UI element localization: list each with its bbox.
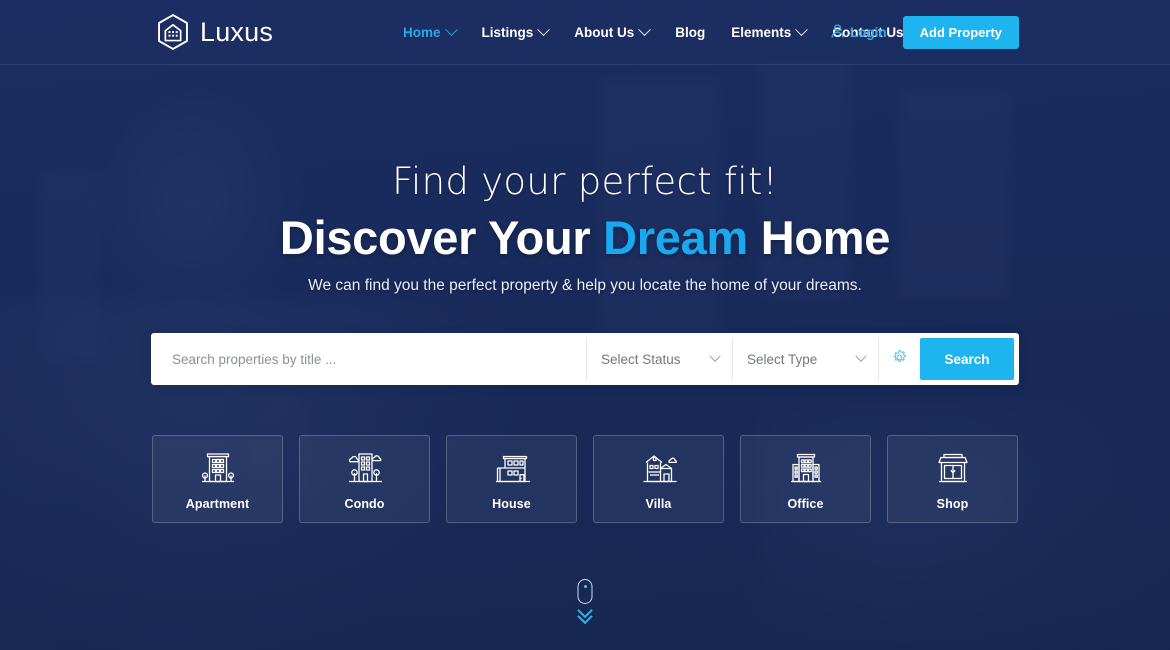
- category-label: Condo: [344, 496, 385, 511]
- select-type-label: Select Type: [747, 351, 818, 367]
- nav-item-listings[interactable]: Listings: [469, 0, 562, 65]
- property-search-bar: Select Status Select Type Search: [151, 333, 1019, 386]
- apartment-building-icon: [198, 448, 238, 488]
- villa-icon: [639, 448, 679, 488]
- category-label: Office: [787, 496, 824, 511]
- chevron-down-icon: [855, 350, 867, 363]
- hero-content: Find your perfect fit! Discover Your Dre…: [0, 0, 1170, 650]
- select-status-dropdown[interactable]: Select Status: [586, 338, 732, 381]
- condo-building-icon: [345, 448, 385, 488]
- category-label: Shop: [936, 496, 969, 511]
- nav-label: About Us: [574, 25, 635, 40]
- chevron-down-group: [577, 602, 593, 625]
- shop-storefront-icon: [933, 448, 973, 488]
- advanced-search-button[interactable]: [878, 338, 920, 381]
- select-type-dropdown[interactable]: Select Type: [732, 338, 878, 381]
- search-button[interactable]: Search: [920, 338, 1014, 381]
- property-category-list: Apartment Condo House Villa Office Shop: [152, 435, 1018, 524]
- chevron-down-icon: [537, 23, 551, 37]
- site-header: Luxus Home Listings About Us Blog Elemen…: [0, 0, 1170, 65]
- hero-title: Discover Your Dream Home: [280, 213, 890, 262]
- add-property-button[interactable]: Add Property: [902, 16, 1019, 49]
- hero-title-part2: Home: [747, 210, 891, 264]
- category-card-shop[interactable]: Shop: [887, 435, 1018, 524]
- category-card-condo[interactable]: Condo: [299, 435, 430, 524]
- nav-label: Home: [403, 25, 441, 40]
- select-status-label: Select Status: [601, 351, 681, 367]
- search-input[interactable]: [156, 338, 586, 381]
- nav-label: Elements: [731, 25, 792, 40]
- house-icon: [492, 448, 532, 488]
- category-card-office[interactable]: Office: [740, 435, 871, 524]
- category-label: House: [492, 496, 531, 511]
- nav-item-about-us[interactable]: About Us: [561, 0, 662, 65]
- nav-item-blog[interactable]: Blog: [662, 0, 718, 65]
- chevron-down-icon: [444, 23, 458, 37]
- hexagon-building-icon: [155, 13, 191, 51]
- brand-name: Luxus: [200, 16, 274, 47]
- category-card-apartment[interactable]: Apartment: [152, 435, 283, 524]
- scroll-down-indicator[interactable]: [577, 579, 593, 625]
- nav-label: Listings: [481, 25, 534, 40]
- login-link[interactable]: Login: [831, 24, 887, 41]
- chevron-down-icon: [638, 23, 652, 37]
- mouse-scroll-icon: [577, 579, 593, 604]
- header-actions: Login Add Property: [831, 0, 1019, 65]
- chevron-down-icon: [709, 350, 721, 363]
- category-card-house[interactable]: House: [446, 435, 577, 524]
- office-building-icon: [786, 448, 826, 488]
- nav-item-home[interactable]: Home: [390, 0, 469, 65]
- hero-title-part1: Discover Your: [279, 210, 604, 264]
- nav-item-elements[interactable]: Elements: [718, 0, 819, 65]
- brand-logo-link[interactable]: Luxus: [155, 13, 273, 51]
- category-label: Apartment: [185, 496, 250, 511]
- user-icon: [831, 24, 844, 41]
- category-label: Villa: [645, 496, 672, 511]
- hero-eyebrow: Find your perfect fit!: [392, 160, 778, 203]
- chevron-down-icon: [795, 23, 809, 37]
- nav-label: Blog: [675, 25, 706, 40]
- category-card-villa[interactable]: Villa: [593, 435, 724, 524]
- hero-title-accent: Dream: [603, 210, 748, 264]
- gear-icon: [891, 349, 908, 369]
- login-label: Login: [849, 25, 887, 40]
- hero-subtitle: We can find you the perfect property & h…: [308, 277, 862, 295]
